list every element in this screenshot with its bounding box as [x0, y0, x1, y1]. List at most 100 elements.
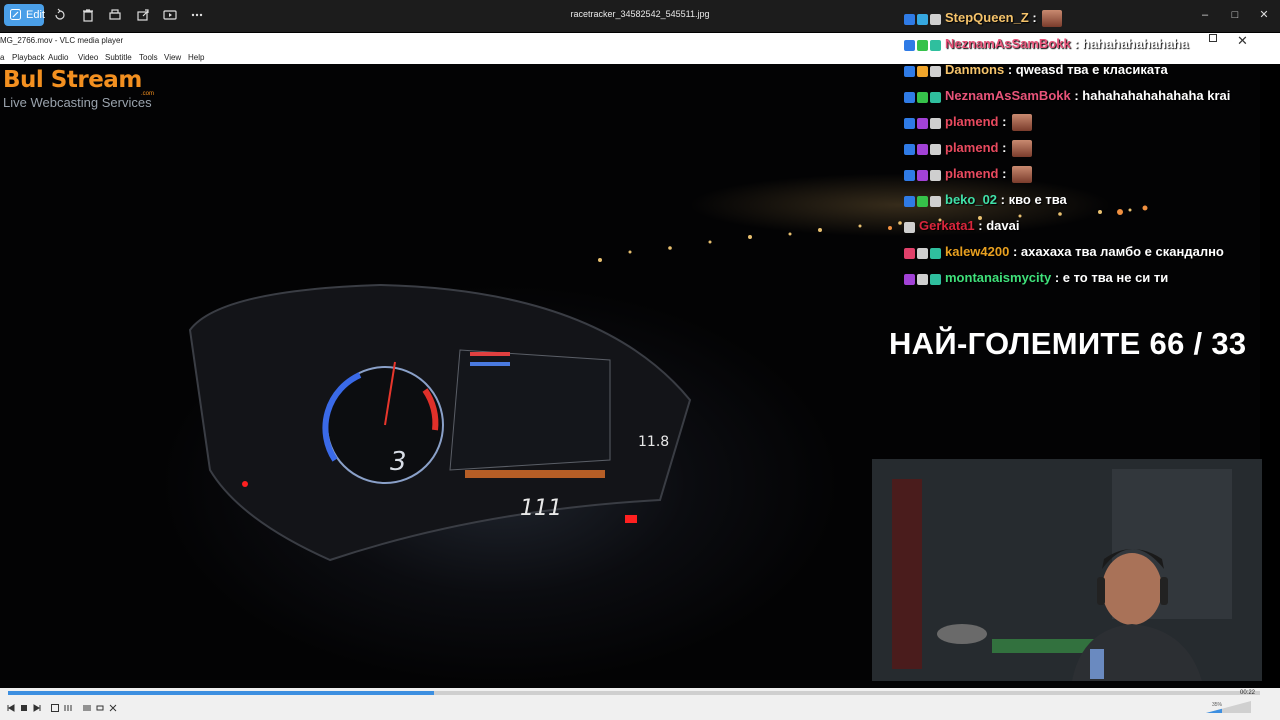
- rotate-icon[interactable]: [53, 8, 67, 22]
- menu-audio[interactable]: Audio: [48, 53, 68, 62]
- slideshow-icon[interactable]: [163, 8, 177, 22]
- chat-separator: :: [1028, 10, 1041, 25]
- minimize-icon[interactable]: –: [1198, 8, 1212, 22]
- badge-icon: [904, 40, 915, 52]
- badge-icon: [930, 144, 941, 156]
- svg-text:3: 3: [390, 447, 407, 477]
- badge-icon: [917, 66, 928, 78]
- chat-separator: :: [1070, 88, 1083, 103]
- chat-username[interactable]: StepQueen_Z: [945, 10, 1029, 25]
- fullscreen-icon[interactable]: [50, 703, 60, 713]
- chat-badges: [904, 245, 943, 260]
- seek-bar[interactable]: [8, 691, 1260, 695]
- emote-icon: [1012, 140, 1033, 158]
- badge-icon: [904, 170, 915, 182]
- more-icon[interactable]: [190, 8, 204, 22]
- chat-username[interactable]: plamend: [945, 140, 998, 155]
- chat-badges: [904, 271, 943, 286]
- city-lights: [598, 205, 1148, 262]
- previous-icon[interactable]: [6, 703, 16, 713]
- chat-username[interactable]: plamend: [945, 114, 998, 129]
- badge-icon: [917, 170, 928, 182]
- badge-icon: [904, 274, 915, 286]
- vlc-close-icon[interactable]: ✕: [1237, 33, 1248, 49]
- loop-icon[interactable]: [95, 703, 105, 713]
- playlist-icon[interactable]: [82, 703, 92, 713]
- delete-icon[interactable]: [81, 8, 95, 22]
- chat-username[interactable]: kalew4200: [945, 244, 1009, 259]
- chat-username[interactable]: NeznamAsSamBokk: [945, 88, 1071, 103]
- edit-label: Edit: [26, 9, 45, 21]
- chat-username[interactable]: NeznamAsSamBokk: [945, 36, 1071, 51]
- edit-button[interactable]: Edit: [4, 4, 45, 26]
- chat-badges: [904, 193, 943, 208]
- maximize-icon[interactable]: □: [1228, 8, 1242, 22]
- chat-username[interactable]: plamend: [945, 166, 998, 181]
- chat-separator: :: [998, 166, 1011, 181]
- svg-text:111: 111: [520, 496, 562, 521]
- chat-message: Danmons : qweasd тва е класиката: [904, 62, 1168, 84]
- badge-icon: [917, 14, 928, 26]
- chat-username[interactable]: Danmons: [945, 62, 1004, 77]
- emote-icon: [1012, 166, 1033, 184]
- chat-text: davai: [986, 218, 1020, 233]
- chat-separator: :: [997, 192, 1009, 207]
- badge-icon: [917, 40, 928, 52]
- chat-message: beko_02 : кво е тва: [904, 192, 1067, 214]
- vlc-maximize-icon[interactable]: [1209, 34, 1217, 42]
- badge-icon: [930, 14, 941, 26]
- share-icon[interactable]: [136, 8, 150, 22]
- badge-icon: [904, 92, 915, 104]
- emote-icon: [1042, 10, 1063, 28]
- volume-label: 35%: [1212, 702, 1223, 708]
- badge-icon: [904, 118, 915, 130]
- chat-badges: [904, 11, 943, 26]
- chat-username[interactable]: montanaismycity: [945, 270, 1051, 285]
- chat-text: hahahahahahaha: [1082, 36, 1189, 51]
- stop-icon[interactable]: [19, 703, 29, 713]
- chat-badges: [904, 141, 943, 156]
- vlc-controls: 00:22 35%: [0, 688, 1280, 720]
- chat-text: ахахаха тва ламбо е скандално: [1020, 244, 1224, 259]
- vlc-window-title: MG_2766.mov - VLC media player: [0, 36, 124, 45]
- time-elapsed: 00:22: [1240, 690, 1256, 696]
- badge-icon: [917, 118, 928, 130]
- badge-icon: [917, 92, 928, 104]
- chat-badges: [904, 37, 943, 52]
- badge-icon: [904, 222, 915, 234]
- menu-help[interactable]: Help: [188, 53, 204, 62]
- menu-video[interactable]: Video: [78, 53, 98, 62]
- chat-message: NeznamAsSamBokk : hahahahahahahaha krai: [904, 88, 1230, 110]
- chat-badges: [904, 219, 917, 234]
- chat-badges: [904, 115, 943, 130]
- chat-message: plamend :: [904, 140, 1033, 162]
- menu-view[interactable]: View: [164, 53, 181, 62]
- shuffle-icon[interactable]: [108, 703, 118, 713]
- badge-icon: [930, 92, 941, 104]
- chat-message: montanaismycity : е то тва не си ти: [904, 270, 1168, 292]
- badge-icon: [904, 66, 915, 78]
- menu-item[interactable]: a: [0, 53, 4, 62]
- menu-playback[interactable]: Playback: [12, 53, 44, 62]
- chat-username[interactable]: Gerkata1: [919, 218, 975, 233]
- print-icon[interactable]: [108, 8, 122, 22]
- badge-icon: [917, 248, 928, 260]
- badge-icon: [930, 170, 941, 182]
- badge-icon: [917, 196, 928, 208]
- logo-main: Bul Stream: [3, 67, 142, 93]
- volume-slider[interactable]: 35%: [1206, 701, 1251, 713]
- chat-separator: :: [1070, 36, 1083, 51]
- chat-message: plamend :: [904, 114, 1033, 136]
- chat-username[interactable]: beko_02: [945, 192, 997, 207]
- chat-text: qweasd тва е класиката: [1015, 62, 1168, 77]
- badge-icon: [930, 66, 941, 78]
- menu-subtitle[interactable]: Subtitle: [105, 53, 132, 62]
- chat-separator: :: [1009, 244, 1021, 259]
- stream-title-overlay: НАЙ-ГОЛЕМИТЕ 66 / 33: [889, 326, 1247, 361]
- seek-progress: [8, 691, 434, 695]
- next-icon[interactable]: [32, 703, 42, 713]
- menu-tools[interactable]: Tools: [139, 53, 158, 62]
- close-icon[interactable]: ✕: [1257, 8, 1271, 22]
- chat-badges: [904, 89, 943, 104]
- extended-settings-icon[interactable]: [63, 703, 73, 713]
